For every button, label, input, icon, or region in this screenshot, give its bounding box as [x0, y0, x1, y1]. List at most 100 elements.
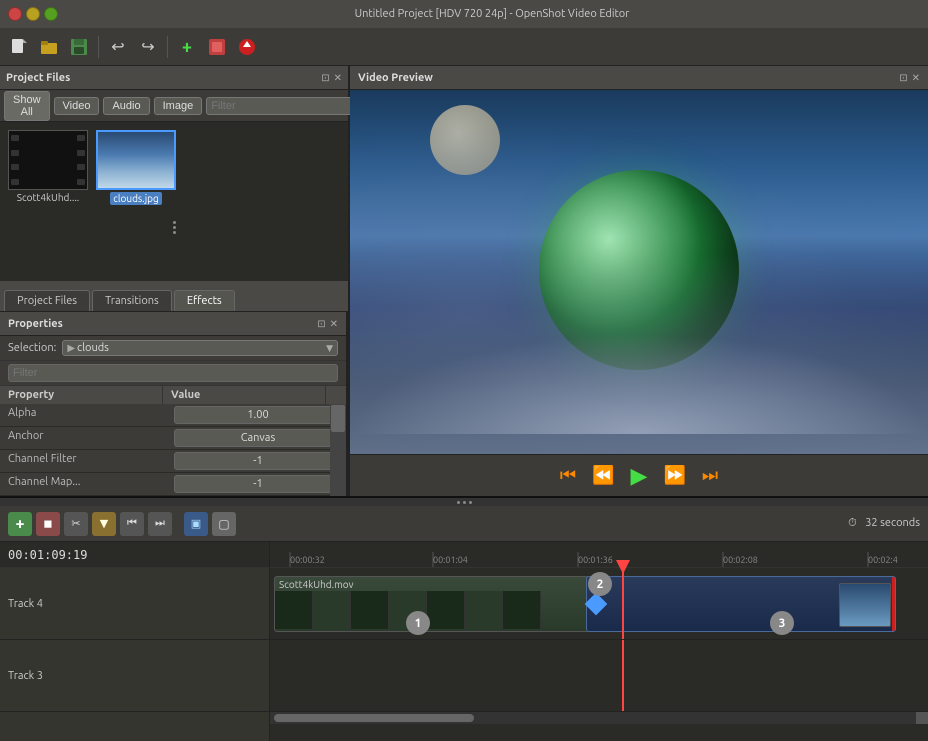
film-hole: [11, 179, 19, 185]
film-hole: [77, 179, 85, 185]
new-button[interactable]: [6, 34, 32, 60]
scrollbar-thumb[interactable]: [274, 714, 474, 722]
minimize-button[interactable]: [26, 7, 40, 21]
properties-resize-icon[interactable]: ⊡: [317, 318, 325, 330]
prop-alpha-value[interactable]: 1.00: [174, 406, 342, 424]
play-button[interactable]: ▶: [627, 459, 652, 493]
prop-channel-map-value[interactable]: -1: [174, 475, 342, 493]
track-3-label-text: Track 3: [8, 670, 43, 682]
rewind-tl-button[interactable]: ⏮: [120, 512, 144, 536]
timeline-resize-handle[interactable]: [0, 498, 928, 506]
track-4-content: Scott4kUhd.mov: [270, 568, 928, 639]
clip-clouds-thumbnail: [839, 583, 891, 627]
audio-filter-button[interactable]: Audio: [103, 97, 149, 115]
playhead[interactable]: [622, 568, 624, 639]
selection-dropdown-container[interactable]: ▶ clouds ▼: [62, 340, 338, 356]
zoom-out-button[interactable]: ▢: [212, 512, 236, 536]
save-button[interactable]: [66, 34, 92, 60]
maximize-button[interactable]: [44, 7, 58, 21]
prop-alpha-label: Alpha: [0, 404, 170, 426]
file-item-video[interactable]: Scott4kUhd....: [8, 130, 88, 203]
transition-element[interactable]: [588, 596, 604, 612]
file-label-video: Scott4kUhd....: [17, 192, 80, 203]
resize-handle[interactable]: [169, 217, 180, 238]
frame-7: [503, 591, 541, 629]
right-panel: Video Preview ⊡ ✕ ⏮: [350, 66, 928, 496]
add-button[interactable]: +: [174, 34, 200, 60]
timeline-duration: ⏱ 32 seconds: [848, 517, 920, 530]
forward-button[interactable]: ⏩: [659, 461, 689, 490]
prop-channel-filter-value[interactable]: -1: [174, 452, 342, 470]
redo-button[interactable]: ↪: [135, 34, 161, 60]
open-button[interactable]: [36, 34, 62, 60]
prop-row-anchor: Anchor Canvas: [0, 427, 346, 450]
undo-button[interactable]: ↩: [105, 34, 131, 60]
rewind-to-start-button[interactable]: ⏮: [556, 461, 580, 490]
forward-tl-button[interactable]: ⏭: [148, 512, 172, 536]
panel-close-icon[interactable]: ✕: [334, 72, 342, 84]
scrollbar-thumb[interactable]: [331, 405, 345, 432]
properties-close-icon[interactable]: ✕: [330, 318, 338, 330]
properties-rows: Alpha 1.00 Anchor Canvas Channel Filter …: [0, 404, 346, 496]
window-controls[interactable]: [8, 7, 58, 21]
resize-dot-3: [469, 501, 472, 504]
filter-button[interactable]: ▼: [92, 512, 116, 536]
timeline-main-area: 00:01:09:19 Track 4 Track 3 00:00:32 00:…: [0, 542, 928, 741]
properties-scrollbar[interactable]: [330, 404, 346, 496]
image-filter-button[interactable]: Image: [154, 97, 203, 115]
video-canvas: [350, 90, 928, 454]
film-strip-left: [9, 131, 21, 189]
properties-header-icons: ⊡ ✕: [317, 318, 338, 330]
tab-effects[interactable]: Effects: [174, 290, 235, 311]
selection-label: Selection:: [8, 342, 56, 354]
project-files-toolbar: Show All Video Audio Image 🧹: [0, 90, 348, 122]
track-3-content: [270, 640, 928, 711]
horizontal-scrollbar[interactable]: [270, 712, 928, 724]
resize-dot-1: [457, 501, 460, 504]
show-all-button[interactable]: Show All: [4, 91, 50, 121]
film-strip-right: [75, 131, 87, 189]
properties-table-header: Property Value: [0, 386, 346, 404]
properties-filter-input[interactable]: [8, 364, 338, 382]
forward-to-end-button[interactable]: ⏭: [698, 461, 722, 490]
panel-resize-icon[interactable]: ⊡: [321, 72, 329, 84]
main-toolbar: ↩ ↪ +: [0, 28, 928, 66]
clip-clouds[interactable]: .jpg: [586, 576, 896, 632]
project-filter-input[interactable]: [206, 97, 358, 115]
clip-scott4k-label: Scott4kUhd.mov: [279, 579, 353, 590]
time-ruler: 00:00:32 00:01:04 00:01:36 00:02:08 00:0…: [270, 542, 928, 568]
resize-dot: [173, 221, 176, 224]
cut-button[interactable]: ✂: [64, 512, 88, 536]
zoom-in-button[interactable]: ▣: [184, 512, 208, 536]
clip-scott4k[interactable]: Scott4kUhd.mov: [274, 576, 590, 632]
close-button[interactable]: [8, 7, 22, 21]
playhead-track3: [622, 640, 624, 711]
timeline-tracks-area: 00:00:32 00:01:04 00:01:36 00:02:08 00:0…: [270, 542, 928, 741]
tab-project-files[interactable]: Project Files: [4, 290, 90, 311]
preview-resize-icon[interactable]: ⊡: [899, 72, 907, 84]
file-thumbnail-image: [96, 130, 176, 190]
rewind-button[interactable]: ⏪: [588, 461, 618, 490]
remove-track-button[interactable]: ◼: [36, 512, 60, 536]
badge-2: 2: [588, 572, 612, 596]
prop-anchor-value[interactable]: Canvas: [174, 429, 342, 447]
ruler-time-0: 00:00:32: [290, 555, 325, 565]
frame-6: [465, 591, 503, 629]
file-label-image: clouds.jpg: [110, 192, 162, 205]
duration-value: 32 seconds: [865, 517, 920, 529]
video-filter-button[interactable]: Video: [54, 97, 100, 115]
file-item-image[interactable]: clouds.jpg: [96, 130, 176, 205]
project-files-spacer: [0, 213, 348, 281]
ruler-time-4: 00:02:4: [868, 555, 898, 565]
filter-row: [0, 361, 346, 386]
add-track-button[interactable]: +: [8, 512, 32, 536]
effects-button[interactable]: [204, 34, 230, 60]
resize-handle-area: [0, 213, 348, 242]
properties-title: Properties: [8, 318, 317, 330]
left-panel: Project Files ⊡ ✕ Show All Video Audio I…: [0, 66, 350, 496]
preview-close-icon[interactable]: ✕: [912, 72, 920, 84]
badge-3: 3: [770, 611, 794, 635]
tab-transitions[interactable]: Transitions: [92, 290, 172, 311]
property-col-header: Property: [0, 386, 163, 404]
export-button[interactable]: [234, 34, 260, 60]
